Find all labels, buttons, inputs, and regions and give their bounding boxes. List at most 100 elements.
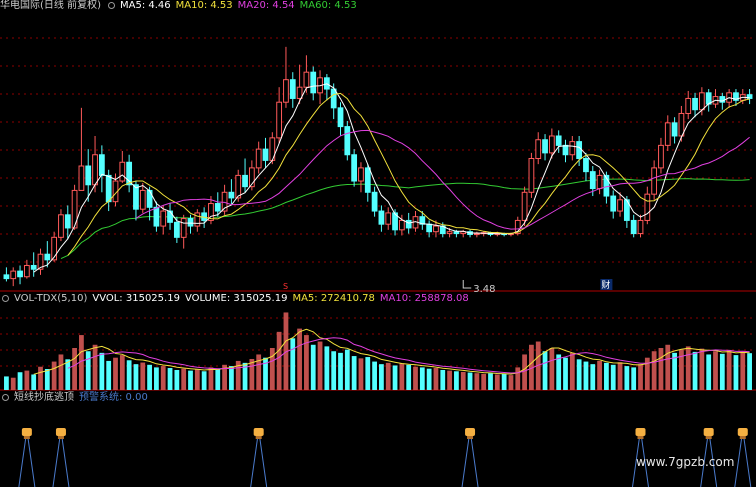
candle-body bbox=[617, 199, 623, 212]
volume-bar bbox=[92, 344, 98, 390]
cai-badge: 财 bbox=[601, 279, 610, 291]
volume-bar bbox=[358, 358, 364, 390]
vol-ma10-label: MA10: 258878.08 bbox=[379, 293, 469, 304]
volume-bar bbox=[44, 369, 50, 390]
vvol-label: VVOL: 315025.19 bbox=[92, 293, 180, 304]
volume-bar bbox=[317, 341, 323, 390]
volume-bar bbox=[447, 370, 452, 390]
volume-bar bbox=[297, 328, 302, 390]
volume-bar bbox=[733, 355, 739, 390]
volume-bar bbox=[385, 362, 391, 390]
settings-dot-icon[interactable] bbox=[107, 2, 115, 9]
volume-bar bbox=[276, 331, 282, 390]
volume-bar bbox=[726, 349, 732, 390]
candle-body bbox=[235, 174, 242, 199]
stock-title: 华电国际(日线 前复权) bbox=[0, 0, 101, 11]
volume-bar bbox=[583, 361, 589, 390]
volume-bar bbox=[194, 369, 200, 390]
volume-bar bbox=[31, 374, 37, 390]
volume-bar bbox=[454, 371, 459, 390]
volume-bar bbox=[126, 360, 132, 390]
indicator-header: 短线抄底逃顶 预警系统: 0.00 bbox=[0, 392, 153, 404]
volume-bar bbox=[154, 367, 159, 390]
candle-body bbox=[262, 148, 269, 161]
volume-bar bbox=[569, 352, 575, 390]
candle-body bbox=[644, 193, 651, 221]
settings-dot-icon[interactable] bbox=[2, 295, 9, 302]
ma20-label: MA20: 4.54 bbox=[237, 0, 295, 11]
volume-bar bbox=[631, 367, 637, 390]
signal-badge-base bbox=[255, 436, 262, 439]
volume-indicator-name: VOL-TDX(5,10) bbox=[14, 293, 88, 304]
volume-bar bbox=[372, 361, 377, 390]
candle-body bbox=[344, 126, 351, 156]
volume-bar bbox=[610, 364, 616, 390]
volume-bar bbox=[638, 364, 643, 390]
volume-bar bbox=[310, 344, 316, 390]
volume-bar bbox=[624, 366, 630, 390]
volume-bar bbox=[651, 351, 657, 390]
candle-body bbox=[351, 154, 358, 182]
signal-badge bbox=[465, 428, 476, 436]
candle-body bbox=[30, 264, 37, 270]
signal-badge bbox=[737, 428, 748, 436]
candle-body bbox=[555, 135, 562, 146]
candle-body bbox=[337, 107, 344, 128]
candle-body bbox=[296, 86, 303, 99]
candle-body bbox=[167, 210, 173, 223]
candle-body bbox=[692, 97, 698, 111]
chart-canvas[interactable]: 3.48 财 S bbox=[0, 0, 756, 487]
volume-bars[interactable] bbox=[4, 312, 752, 390]
candle-body bbox=[187, 218, 194, 227]
candle-body bbox=[330, 88, 337, 109]
volume-bar bbox=[10, 377, 16, 390]
candle-body bbox=[23, 264, 30, 278]
candle-body bbox=[160, 210, 167, 227]
volume-bar bbox=[160, 366, 166, 390]
volume-bar bbox=[576, 359, 582, 390]
candle-body bbox=[358, 167, 364, 182]
volume-label: VOLUME: 315025.19 bbox=[184, 293, 288, 304]
candle-body bbox=[64, 214, 71, 229]
settings-dot-icon[interactable] bbox=[2, 394, 9, 401]
candle-body bbox=[303, 71, 310, 88]
candlestick-series[interactable] bbox=[3, 46, 753, 287]
volume-bar bbox=[215, 368, 221, 390]
candle-body bbox=[214, 203, 221, 212]
candle-body bbox=[119, 161, 126, 182]
volume-bar bbox=[181, 368, 187, 390]
volume-bar bbox=[51, 361, 57, 390]
candle-body bbox=[664, 122, 671, 146]
candle-body bbox=[658, 144, 664, 169]
watermark: www.7gpzb.com bbox=[636, 455, 735, 469]
candle-body bbox=[378, 210, 385, 225]
candle-body bbox=[173, 221, 180, 238]
volume-bar bbox=[147, 364, 152, 390]
volume-header: VOL-TDX(5,10) VVOL: 315025.19 VOLUME: 3150… bbox=[0, 293, 474, 305]
volume-bar bbox=[4, 376, 9, 390]
signal-badge-base bbox=[57, 436, 64, 439]
volume-bar bbox=[99, 352, 105, 390]
volume-bar bbox=[515, 367, 521, 390]
candle-body bbox=[473, 233, 480, 236]
volume-bar bbox=[481, 373, 487, 390]
volume-bar bbox=[379, 364, 384, 390]
volume-bar bbox=[85, 351, 91, 390]
volume-bar bbox=[65, 359, 71, 390]
signal-badge-base bbox=[739, 436, 746, 439]
volume-bar bbox=[426, 368, 432, 390]
volume-bar bbox=[290, 338, 296, 390]
low-price-label: 3.48 bbox=[473, 284, 495, 295]
volume-bar bbox=[119, 355, 125, 390]
candle-body bbox=[364, 167, 371, 193]
candle-body bbox=[133, 184, 139, 210]
volume-bar bbox=[556, 354, 562, 390]
candle-body bbox=[98, 154, 105, 176]
volume-bar bbox=[719, 353, 725, 390]
candle-body bbox=[596, 174, 603, 190]
candle-body bbox=[535, 139, 542, 160]
candle-body bbox=[576, 141, 583, 160]
ma10-label: MA10: 4.53 bbox=[175, 0, 233, 11]
candle-body bbox=[180, 218, 187, 238]
candle-body bbox=[78, 165, 85, 191]
